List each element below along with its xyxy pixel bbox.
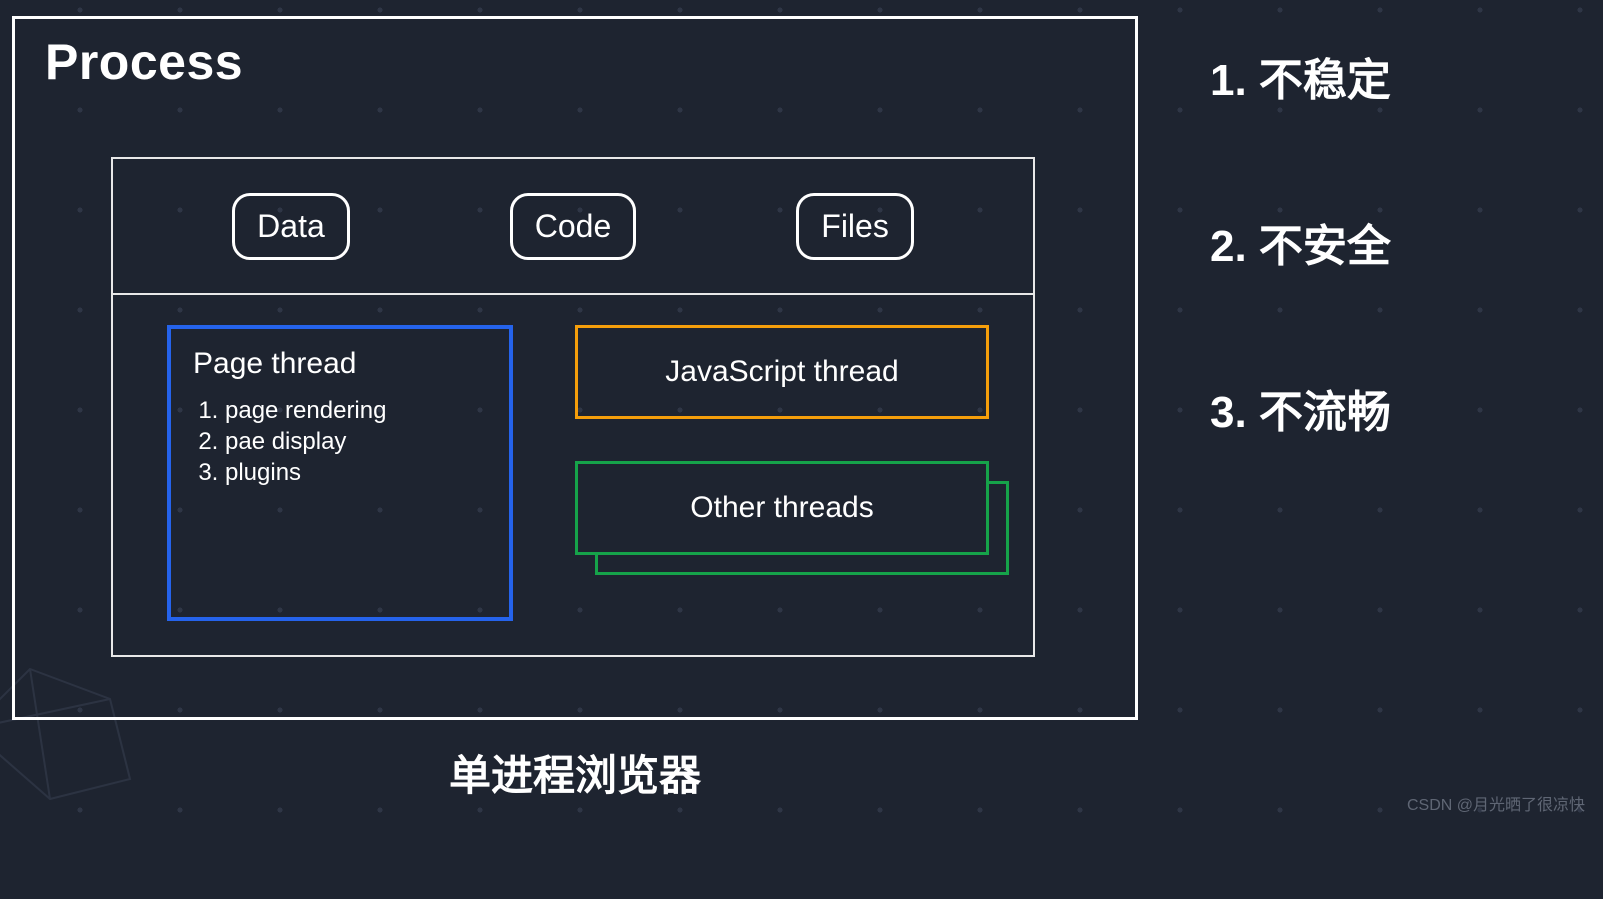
resource-pill-code: Code (510, 193, 637, 260)
page-thread-box: Page thread page rendering pae display p… (167, 325, 513, 621)
watermark: CSDN @月光晒了很凉快 (1407, 791, 1585, 815)
js-thread-box: JavaScript thread (575, 325, 989, 419)
resource-row: Data Code Files (113, 159, 1033, 295)
problem-item-1: 1. 不稳定 (1210, 44, 1590, 108)
other-threads-box: Other threads (575, 461, 989, 555)
page-thread-item: pae display (225, 426, 487, 457)
problem-item-3: 3. 不流畅 (1210, 376, 1590, 440)
page-thread-item: plugins (225, 457, 487, 488)
page-thread-item: page rendering (225, 395, 487, 426)
process-inner-box: Data Code Files Page thread page renderi… (111, 157, 1035, 657)
problems-list: 1. 不稳定 2. 不安全 3. 不流畅 (1210, 44, 1590, 440)
process-title: Process (45, 33, 243, 91)
process-box: Process Data Code Files Page thread page… (12, 16, 1138, 720)
threads-area: Page thread page rendering pae display p… (113, 295, 1033, 655)
page-thread-title: Page thread (193, 347, 487, 381)
resource-pill-files: Files (796, 193, 914, 260)
problem-item-2: 2. 不安全 (1210, 210, 1590, 274)
resource-pill-data: Data (232, 193, 350, 260)
page-thread-list: page rendering pae display plugins (193, 395, 487, 489)
diagram-caption: 单进程浏览器 (12, 742, 1138, 803)
